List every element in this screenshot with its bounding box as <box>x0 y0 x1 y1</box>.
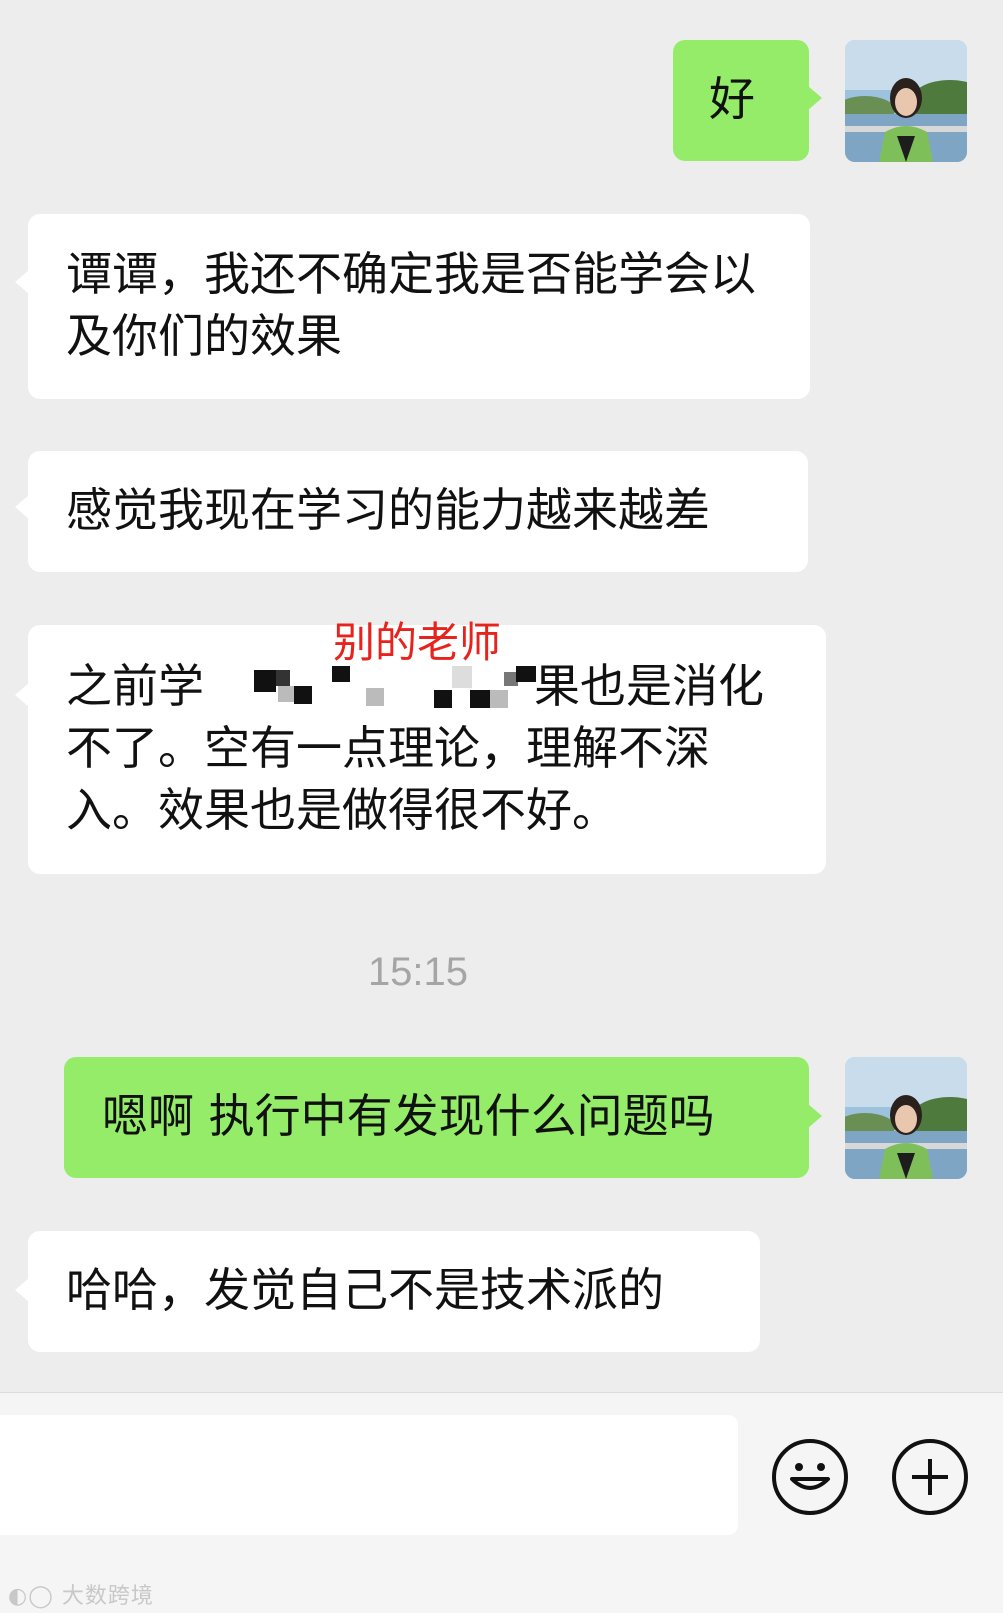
message-input[interactable] <box>0 1415 738 1535</box>
message-bubble-outgoing[interactable]: 好 <box>673 40 822 161</box>
avatar-self[interactable] <box>845 40 967 162</box>
message-text: 感觉我现在学习的能力越来越差 <box>66 483 710 537</box>
avatar-self[interactable] <box>845 1057 967 1179</box>
avatar-photo <box>845 1057 967 1179</box>
message-text-start: 之前学 <box>66 659 204 713</box>
more-button[interactable] <box>892 1439 968 1515</box>
message-text: 嗯啊 执行中有发现什么问题吗 <box>102 1089 715 1143</box>
avatar-photo <box>845 40 967 162</box>
watermark-logo-icon: ◐◯ <box>8 1584 54 1609</box>
smiley-icon <box>790 1463 830 1490</box>
message-text: 好 <box>709 72 755 126</box>
watermark: ◐◯ 大数跨境 <box>8 1584 154 1609</box>
plus-icon <box>912 1459 948 1495</box>
message-bubble-incoming[interactable]: 谭谭，我还不确定我是否能学会以及你们的效果 <box>15 214 810 399</box>
chat-message-area[interactable]: 好 谭谭，我还不确定我是否能学会以及你们的效果 感觉我现在学习的能力越来越差 之… <box>0 0 1003 1392</box>
annotation-label: 别的老师 <box>333 618 502 667</box>
message-bubble-incoming[interactable]: 感觉我现在学习的能力越来越差 <box>15 451 808 572</box>
emoji-button[interactable] <box>772 1439 848 1515</box>
message-text: 谭谭，我还不确定我是否能学会以及你们的效果 <box>66 247 756 363</box>
message-text: 哈哈，发觉自己不是技术派的 <box>66 1263 664 1317</box>
message-timestamp: 15:15 <box>367 950 469 994</box>
message-bubble-outgoing[interactable]: 嗯啊 执行中有发现什么问题吗 <box>64 1057 822 1178</box>
message-bubble-incoming[interactable]: 哈哈，发觉自己不是技术派的 <box>15 1231 760 1352</box>
